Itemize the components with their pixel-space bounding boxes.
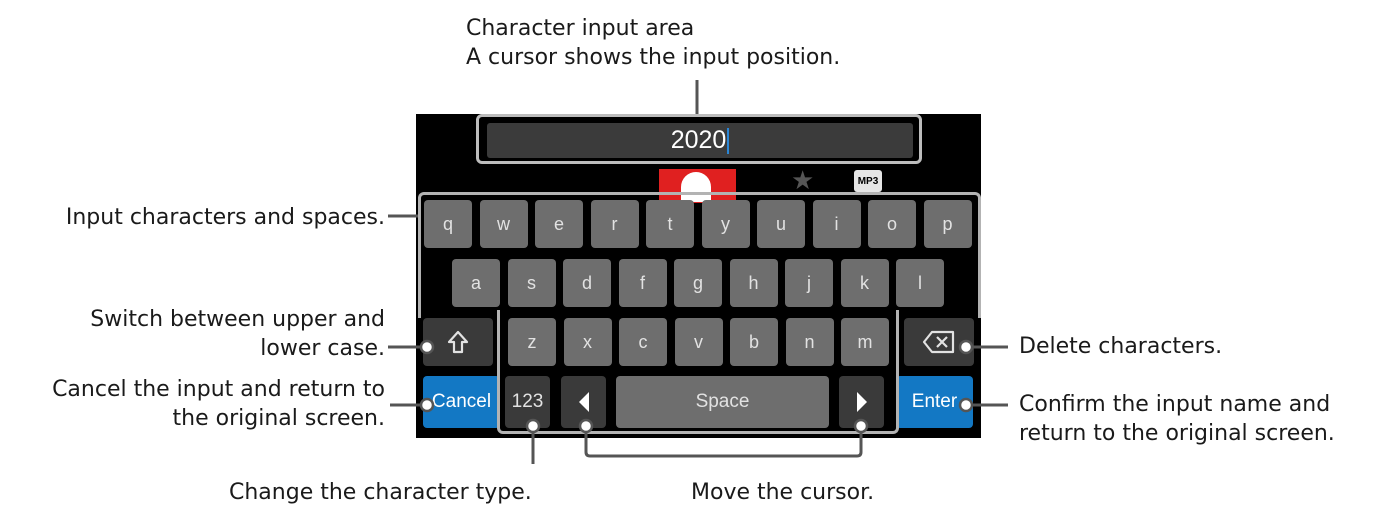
leader-lines (388, 80, 1008, 464)
